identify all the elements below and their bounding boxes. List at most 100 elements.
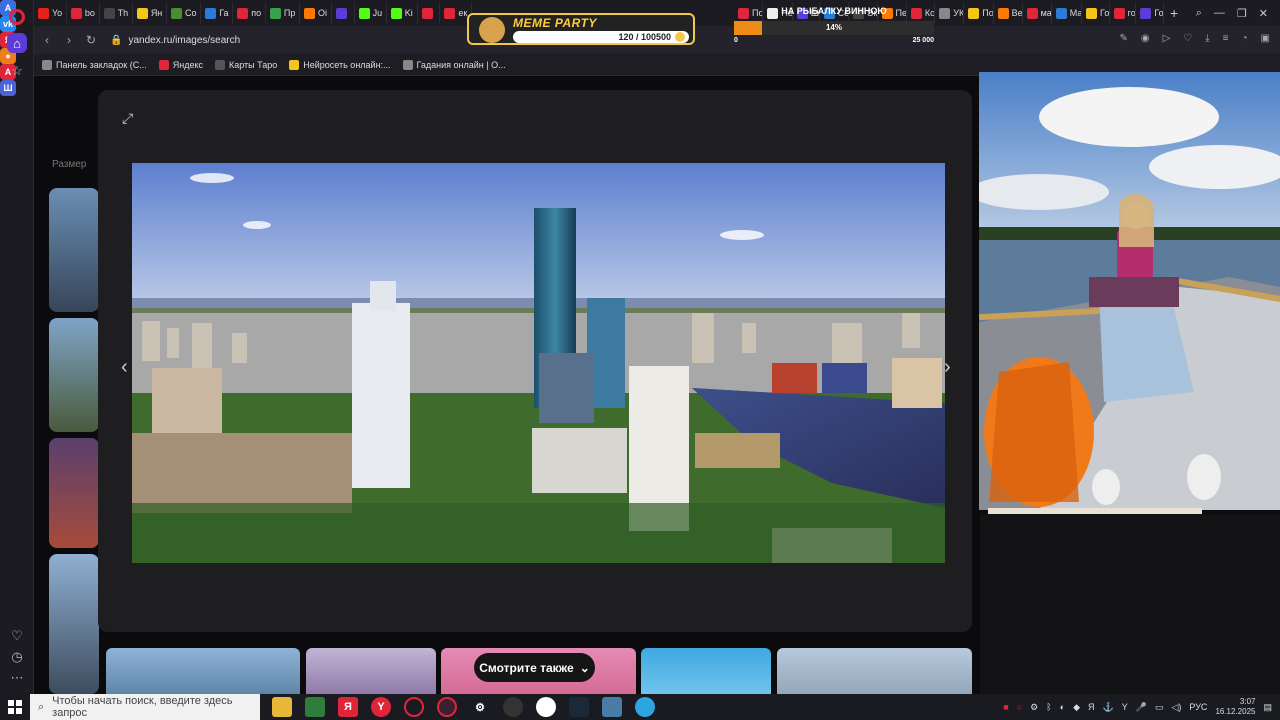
browser-tab[interactable]: по: [233, 2, 266, 24]
notifications-icon[interactable]: ▤: [1263, 702, 1272, 713]
similar-image-thumbnail[interactable]: [641, 648, 771, 694]
tray-icon[interactable]: ■: [1003, 702, 1008, 712]
url-field[interactable]: 🔒 yandex.ru/images/search: [110, 35, 240, 46]
close-icon[interactable]: ✕: [1259, 7, 1268, 20]
opera-sidebar: ⌂ ☆ A vk Я ● A Ш ♡ ◷ ⋯: [0, 0, 34, 694]
size-filter[interactable]: Размер: [52, 159, 86, 170]
expand-icon[interactable]: ⤢: [122, 110, 133, 127]
bookmark-item[interactable]: Яндекс: [158, 59, 203, 70]
network-icon[interactable]: ▭: [1155, 702, 1164, 713]
tray-icon[interactable]: ⚓: [1103, 702, 1114, 713]
tray-icon[interactable]: Y: [1122, 702, 1128, 712]
heart-icon[interactable]: ♡: [7, 626, 27, 646]
opera-icon[interactable]: [404, 697, 424, 717]
tray-icon[interactable]: Я: [1088, 702, 1095, 712]
download-icon[interactable]: ⤓: [1205, 33, 1209, 44]
minimize-icon[interactable]: —: [1214, 7, 1225, 19]
tab-favicon-icon: [421, 7, 433, 19]
tray-icon[interactable]: ○: [1017, 702, 1022, 712]
menu-icon[interactable]: ≡: [1223, 33, 1229, 44]
bookmark-item[interactable]: Карты Таро: [214, 59, 277, 70]
result-thumbnail[interactable]: [49, 188, 99, 312]
fishing-progress-bar: 14%: [734, 21, 934, 35]
result-thumbnail[interactable]: [49, 554, 99, 694]
app-icon[interactable]: [536, 697, 556, 717]
home-icon[interactable]: ⌂: [7, 33, 27, 53]
opera-logo[interactable]: [9, 9, 25, 25]
clock[interactable]: 3:07 16.12.2025: [1215, 697, 1255, 717]
main-image[interactable]: [132, 163, 945, 563]
meme-party-widget[interactable]: MEME PARTY 120 / 100500: [467, 13, 695, 45]
settings-gear-icon[interactable]: ⚙: [470, 697, 490, 717]
fishing-max: 25 000: [912, 37, 934, 44]
tray-icon[interactable]: ⚙: [1030, 702, 1038, 713]
maximize-icon[interactable]: ❐: [1237, 7, 1247, 20]
windows-start-icon[interactable]: [0, 700, 30, 714]
profile-icon[interactable]: ◔: [1242, 33, 1248, 44]
browser-tab[interactable]: УК: [935, 2, 965, 24]
photos-icon[interactable]: [602, 697, 622, 717]
new-tab-icon[interactable]: +: [1170, 5, 1178, 21]
forward-icon[interactable]: ›: [58, 33, 80, 47]
pip-video[interactable]: [979, 72, 1280, 510]
camera-icon[interactable]: ◉: [1141, 33, 1150, 44]
steam-icon[interactable]: [569, 697, 589, 717]
reload-icon[interactable]: ↻: [80, 33, 102, 47]
browser-tab[interactable]: Oi: [300, 2, 332, 24]
play-icon[interactable]: ▷: [1163, 33, 1171, 44]
browser-tab[interactable]: Ki: [387, 2, 418, 24]
browser-tab[interactable]: Co: [167, 2, 202, 24]
browser-tab[interactable]: Ма: [1052, 2, 1083, 24]
browser-tab[interactable]: Ju: [355, 2, 387, 24]
browser-tab[interactable]: Ян: [133, 2, 167, 24]
yandex-browser-icon[interactable]: Я: [338, 697, 358, 717]
tab-favicon-icon: [237, 7, 249, 19]
see-also-button[interactable]: Смотрите также ⌄: [474, 653, 595, 682]
app-icon[interactable]: [503, 697, 523, 717]
browser-tab[interactable]: Yo: [34, 2, 67, 24]
sidebar-app-icon[interactable]: Ш: [0, 80, 16, 96]
wallet-icon[interactable]: ▣: [1261, 33, 1270, 44]
telegram-icon[interactable]: [635, 697, 655, 717]
browser-tab[interactable]: Га: [201, 2, 234, 24]
more-icon[interactable]: ⋯: [7, 668, 27, 688]
similar-image-thumbnail[interactable]: [106, 648, 300, 694]
language-indicator[interactable]: РУС: [1189, 702, 1207, 712]
bluetooth-icon[interactable]: ᛒ: [1046, 702, 1051, 712]
browser-tab[interactable]: ма: [1023, 2, 1052, 24]
steam-tray-icon[interactable]: ◐: [1060, 702, 1065, 712]
browser-tab[interactable]: Го: [1082, 2, 1110, 24]
edit-icon[interactable]: ✎: [1119, 33, 1127, 44]
browser-tab[interactable]: По: [964, 2, 994, 24]
yandex-icon[interactable]: Y: [371, 697, 391, 717]
browser-tab[interactable]: bo: [67, 2, 100, 24]
volume-icon[interactable]: ◁): [1171, 702, 1181, 713]
file-explorer-icon[interactable]: [272, 697, 292, 717]
browser-tab[interactable]: [418, 2, 441, 24]
previous-arrow-icon[interactable]: ‹: [121, 356, 128, 379]
browser-tab[interactable]: го: [1110, 2, 1137, 24]
browser-tab[interactable]: [332, 2, 355, 24]
result-thumbnail[interactable]: [49, 438, 99, 548]
browser-tab[interactable]: Ве: [994, 2, 1023, 24]
next-arrow-icon[interactable]: ›: [944, 356, 951, 379]
bookmark-item[interactable]: Панель закладок (С...: [42, 59, 147, 70]
browser-tab[interactable]: Th: [100, 2, 133, 24]
similar-image-thumbnail[interactable]: [306, 648, 436, 694]
taskbar-search[interactable]: ⌕ Чтобы начать поиск, введите здесь запр…: [30, 694, 260, 720]
result-thumbnail[interactable]: [49, 318, 99, 432]
speed-dial-icon[interactable]: ☆: [7, 61, 27, 81]
browser-tab[interactable]: Пр: [266, 2, 301, 24]
opera-gx-icon[interactable]: [437, 697, 457, 717]
tray-icon[interactable]: ◆: [1073, 702, 1080, 713]
browser-tab[interactable]: Го: [1136, 2, 1164, 24]
back-icon[interactable]: ‹: [36, 33, 58, 47]
history-icon[interactable]: ◷: [7, 647, 27, 667]
heart-icon[interactable]: ♡: [1183, 33, 1192, 44]
search-tabs-icon[interactable]: ⌕: [1196, 7, 1202, 20]
bookmark-item[interactable]: Нейросеть онлайн:...: [289, 59, 391, 70]
similar-image-thumbnail[interactable]: [777, 648, 972, 694]
microphone-icon[interactable]: 🎤: [1136, 702, 1147, 713]
calculator-icon[interactable]: [305, 697, 325, 717]
bookmark-item[interactable]: Гадания онлайн | О...: [402, 59, 506, 70]
